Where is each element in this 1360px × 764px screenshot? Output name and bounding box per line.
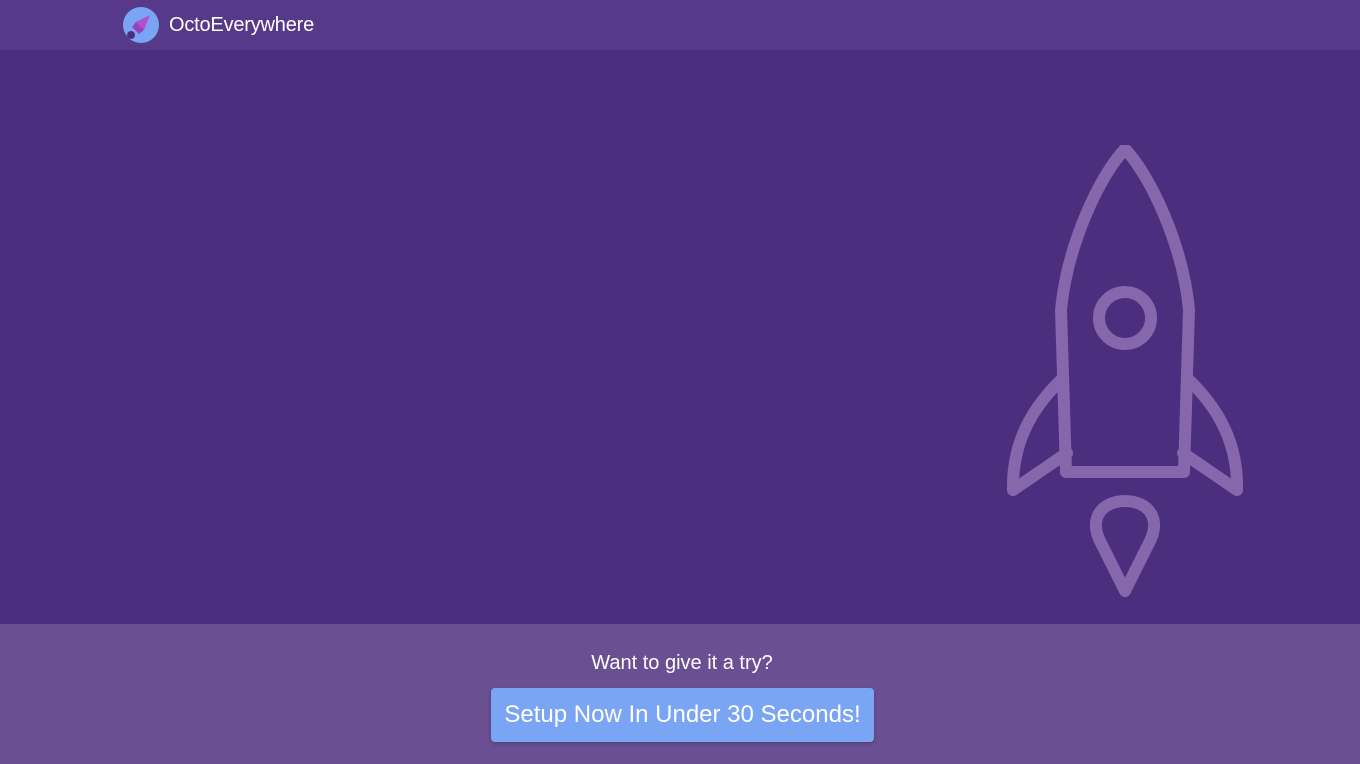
- top-navbar: OctoEverywhere: [0, 0, 1360, 50]
- cta-prompt: Want to give it a try?: [591, 652, 773, 674]
- rocket-logo-icon: [123, 7, 159, 43]
- rocket-outline-icon: [1006, 145, 1244, 597]
- brand-name: OctoEverywhere: [169, 13, 315, 36]
- hero-section: [0, 50, 1360, 624]
- brand-link[interactable]: OctoEverywhere: [123, 7, 314, 43]
- setup-now-button[interactable]: Setup Now In Under 30 Seconds!: [491, 688, 874, 742]
